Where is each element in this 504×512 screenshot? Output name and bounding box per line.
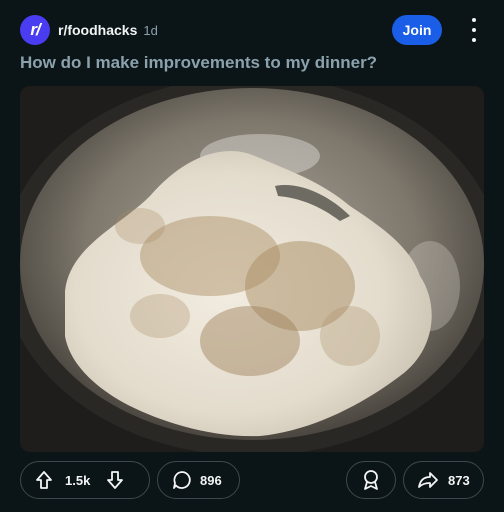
comments-button[interactable]: 896 xyxy=(157,461,240,499)
share-icon xyxy=(418,471,438,489)
upvote-icon[interactable] xyxy=(35,470,53,490)
share-button[interactable]: 873 xyxy=(403,461,484,499)
community-avatar[interactable]: r/ xyxy=(20,15,50,45)
award-icon xyxy=(361,469,381,491)
comment-count: 896 xyxy=(200,472,222,488)
join-button[interactable]: Join xyxy=(392,15,442,45)
post-title[interactable]: How do I make improvements to my dinner? xyxy=(20,53,377,73)
vote-pill: 1.5k xyxy=(20,461,150,499)
comment-icon xyxy=(172,470,192,490)
community-name[interactable]: r/foodhacks xyxy=(58,22,137,38)
award-button[interactable] xyxy=(346,461,396,499)
more-options-icon[interactable] xyxy=(464,18,484,42)
post-header: r/ r/foodhacks · 1d Join xyxy=(20,14,484,46)
vote-count: 1.5k xyxy=(65,472,91,488)
downvote-icon[interactable] xyxy=(106,470,124,490)
post-age: 1d xyxy=(143,22,158,38)
post-actions: 1.5k 896 873 xyxy=(20,461,484,501)
post-image[interactable] xyxy=(20,86,484,452)
share-count: 873 xyxy=(448,472,470,488)
